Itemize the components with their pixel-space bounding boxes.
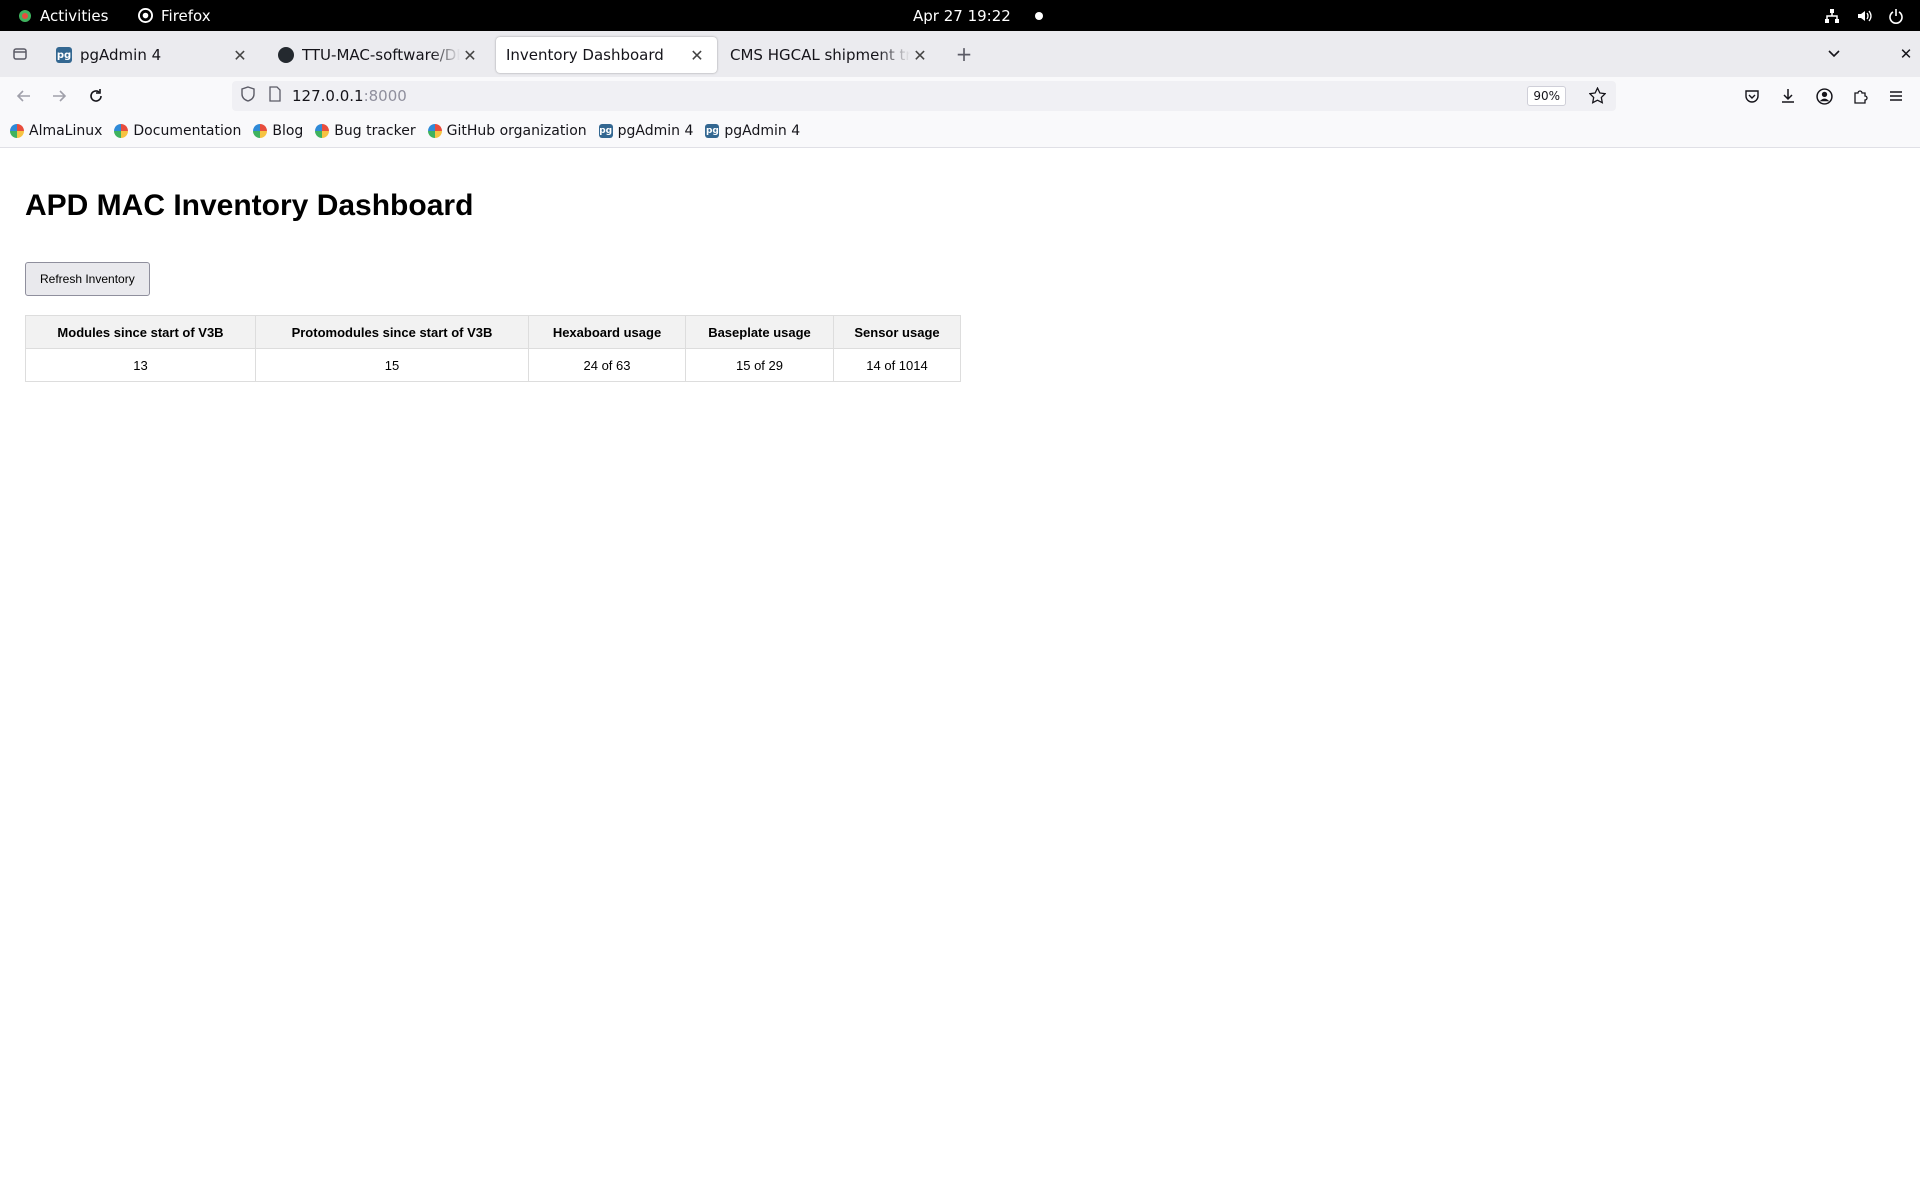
forward-icon[interactable] xyxy=(47,84,71,108)
tab-pgadmin[interactable]: pg pgAdmin 4 ✕ xyxy=(46,37,260,73)
tab-cms-hgcal[interactable]: CMS HGCAL shipment tracking ✕ xyxy=(720,37,940,73)
bookmark-label: Blog xyxy=(272,123,304,139)
table-cell: 15 xyxy=(255,348,529,382)
table-row: 13 15 24 of 63 15 of 29 14 of 1014 xyxy=(25,348,961,382)
almalinux-icon xyxy=(253,124,268,138)
page-content: APD MAC Inventory Dashboard Refresh Inve… xyxy=(0,149,1920,1200)
tab-title: pgAdmin 4 xyxy=(80,46,162,64)
close-tab-icon[interactable]: ✕ xyxy=(687,46,707,65)
tab-title: Inventory Dashboard xyxy=(506,46,664,64)
almalinux-icon xyxy=(315,124,330,138)
close-tab-icon[interactable]: ✕ xyxy=(230,46,250,65)
tab-github[interactable]: TTU-MAC-software/DBtools ✕ xyxy=(268,37,490,73)
pgadmin-icon: pg xyxy=(56,47,72,63)
url-text[interactable]: 127.0.0.1:8000 xyxy=(292,87,407,105)
url-port: :8000 xyxy=(363,87,407,105)
app-menu[interactable]: Firefox xyxy=(138,0,211,31)
new-tab-icon[interactable]: + xyxy=(952,42,976,66)
bookmark-github-organization[interactable]: GitHub organization xyxy=(427,123,587,139)
tab-strip: pg pgAdmin 4 ✕ TTU-MAC-software/DBtools … xyxy=(0,31,1920,77)
bookmark-pgadmin-2[interactable]: pg pgAdmin 4 xyxy=(705,123,800,139)
close-tab-icon[interactable]: ✕ xyxy=(910,46,930,65)
bookmark-pgadmin-1[interactable]: pg pgAdmin 4 xyxy=(598,123,694,139)
clock-text: Apr 27 19:22 xyxy=(913,6,1011,25)
bookmarks-toolbar: AlmaLinux Documentation Blog Bug tracker… xyxy=(0,115,1920,148)
page-title: APD MAC Inventory Dashboard xyxy=(25,189,474,222)
firefox-view-icon[interactable] xyxy=(8,42,32,66)
app-name: Firefox xyxy=(161,6,211,25)
table-header-row: Modules since start of V3B Protomodules … xyxy=(25,315,961,349)
system-top-bar: Activities Firefox Apr 27 19:22 xyxy=(0,0,1920,31)
tab-title: CMS HGCAL shipment tracking xyxy=(730,46,910,64)
table-cell: 13 xyxy=(25,348,256,382)
bookmark-label: pgAdmin 4 xyxy=(617,123,694,139)
back-icon[interactable] xyxy=(12,84,36,108)
zoom-level-badge[interactable]: 90% xyxy=(1527,86,1566,106)
bookmark-label: pgAdmin 4 xyxy=(724,123,801,139)
url-bar[interactable]: 127.0.0.1:8000 90% xyxy=(232,81,1616,111)
tracking-protection-icon[interactable] xyxy=(240,86,256,106)
notification-dot-icon xyxy=(1034,11,1043,20)
almalinux-icon xyxy=(427,124,442,138)
close-tab-icon[interactable]: ✕ xyxy=(460,46,480,65)
reload-icon[interactable] xyxy=(84,84,108,108)
column-header: Baseplate usage xyxy=(685,315,834,349)
system-tray[interactable] xyxy=(1824,0,1904,31)
table-cell: 24 of 63 xyxy=(528,348,686,382)
account-icon[interactable] xyxy=(1812,84,1836,108)
table-cell: 15 of 29 xyxy=(685,348,834,382)
almalinux-icon xyxy=(10,124,24,138)
almalinux-icon xyxy=(114,124,129,138)
bookmark-blog[interactable]: Blog xyxy=(253,123,303,139)
github-icon xyxy=(278,47,294,63)
close-window-icon[interactable]: ✕ xyxy=(1894,42,1918,66)
page-info-icon[interactable] xyxy=(268,86,282,106)
activities-label: Activities xyxy=(40,6,109,25)
clock[interactable]: Apr 27 19:22 xyxy=(913,0,1043,31)
network-icon[interactable] xyxy=(1824,8,1840,24)
downloads-icon[interactable] xyxy=(1776,84,1800,108)
pocket-icon[interactable] xyxy=(1740,84,1764,108)
activities-button[interactable]: Activities xyxy=(18,0,108,31)
activities-icon xyxy=(18,9,32,23)
column-header: Hexaboard usage xyxy=(528,315,686,349)
inventory-table: Modules since start of V3B Protomodules … xyxy=(25,315,961,382)
list-all-tabs-icon[interactable] xyxy=(1822,42,1846,66)
table-cell: 14 of 1014 xyxy=(833,348,961,382)
column-header: Protomodules since start of V3B xyxy=(255,315,529,349)
bookmark-label: GitHub organization xyxy=(446,123,587,139)
tab-inventory-dashboard[interactable]: Inventory Dashboard ✕ xyxy=(496,37,717,73)
refresh-inventory-button[interactable]: Refresh Inventory xyxy=(25,262,150,296)
bookmark-bug-tracker[interactable]: Bug tracker xyxy=(315,123,416,139)
bookmark-star-icon[interactable] xyxy=(1588,86,1607,108)
extensions-icon[interactable] xyxy=(1848,84,1872,108)
bookmark-label: Bug tracker xyxy=(334,123,416,139)
column-header: Modules since start of V3B xyxy=(25,315,256,349)
tab-title: TTU-MAC-software/DBtools xyxy=(302,46,460,64)
navigation-bar: 127.0.0.1:8000 90% xyxy=(0,77,1920,115)
pgadmin-icon: pg xyxy=(705,124,720,138)
column-header: Sensor usage xyxy=(833,315,961,349)
volume-icon[interactable] xyxy=(1856,8,1872,24)
power-icon[interactable] xyxy=(1888,8,1904,24)
hamburger-menu-icon[interactable] xyxy=(1884,84,1908,108)
firefox-icon xyxy=(138,8,153,23)
bookmark-documentation[interactable]: Documentation xyxy=(114,123,241,139)
url-host: 127.0.0.1 xyxy=(292,87,364,105)
bookmark-almalinux[interactable]: AlmaLinux xyxy=(10,123,102,139)
bookmark-label: Documentation xyxy=(133,123,242,139)
pgadmin-icon: pg xyxy=(598,124,613,138)
bookmark-label: AlmaLinux xyxy=(29,123,103,139)
